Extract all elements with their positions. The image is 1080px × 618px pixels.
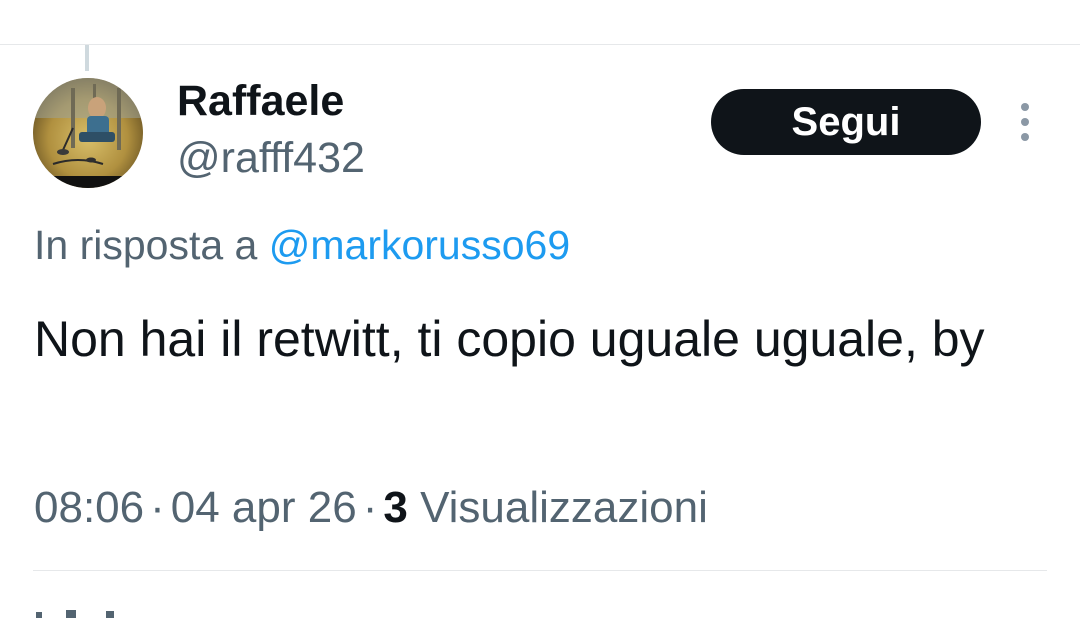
more-vertical-icon[interactable] (1005, 100, 1045, 144)
avatar[interactable] (33, 78, 143, 188)
tweet-text: Non hai il retwitt, ti copio uguale ugua… (34, 311, 985, 367)
bottom-divider (33, 570, 1047, 571)
meta-separator: · (362, 483, 378, 532)
top-divider (0, 44, 1080, 45)
reply-mention-link[interactable]: @markorusso69 (269, 222, 570, 268)
tweet-meta: 08:06 · 04 apr 26 · 3 Visualizzazioni (34, 480, 708, 536)
reply-prefix: In risposta a (34, 222, 258, 268)
tweet-date[interactable]: 04 apr 26 (171, 483, 357, 532)
meta-separator: · (150, 483, 165, 532)
views-count: 3 (383, 483, 408, 532)
follow-button[interactable]: Segui (711, 89, 981, 155)
author-handle[interactable]: @rafff432 (177, 132, 365, 184)
tweet-time[interactable]: 08:06 (34, 483, 144, 532)
thread-connector-line (85, 45, 89, 71)
author-display-name[interactable]: Raffaele (177, 76, 344, 126)
avatar-image (33, 78, 143, 188)
views-label: Visualizzazioni (420, 483, 708, 532)
reply-context: In risposta a @markorusso69 (34, 218, 570, 272)
